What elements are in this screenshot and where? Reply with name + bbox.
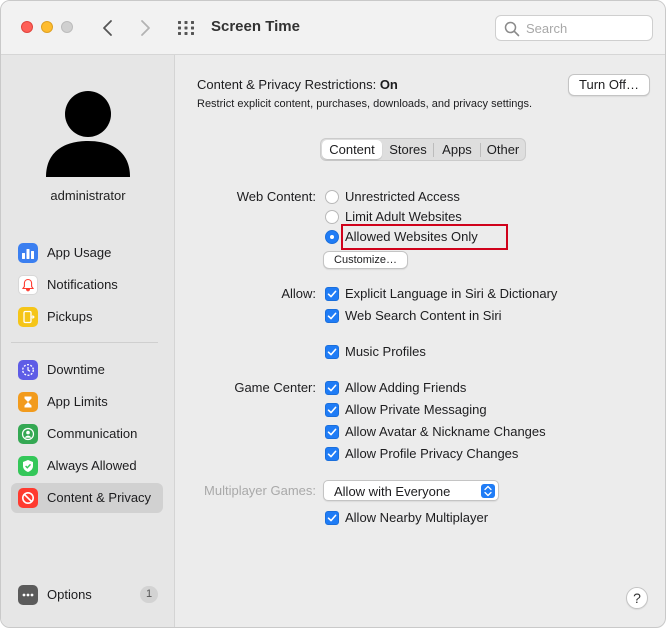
restrictions-title: Content & Privacy Restrictions:	[197, 77, 377, 92]
tab-other[interactable]: Other	[481, 140, 525, 159]
sidebar-item-label: App Limits	[47, 394, 108, 409]
allow-adding-friends-label: Allow Adding Friends	[345, 380, 467, 395]
content-privacy-panel: Content & Privacy Restrictions: On Restr…	[176, 55, 665, 627]
multiplayer-games-select[interactable]: Allow with Everyone	[323, 480, 499, 501]
checkmark-icon	[327, 384, 337, 392]
user-silhouette-icon	[46, 91, 130, 177]
app-usage-icon	[18, 243, 38, 263]
highlight-annotation-box	[341, 224, 508, 250]
chevron-right-icon	[141, 20, 150, 36]
music-profiles-label: Music Profiles	[345, 344, 426, 359]
radio-allowed-websites-only[interactable]	[325, 230, 339, 244]
app-limits-hourglass-icon	[18, 392, 38, 412]
username-label: administrator	[50, 188, 126, 203]
content-privacy-icon	[18, 488, 38, 508]
chevron-left-icon	[103, 20, 112, 36]
sidebar-item-label: Downtime	[47, 362, 105, 377]
sidebar-item-app-limits[interactable]: App Limits	[11, 387, 163, 417]
search-field[interactable]	[495, 15, 653, 41]
checkbox-explicit-language[interactable]	[325, 287, 339, 301]
sidebar-item-label: App Usage	[47, 245, 112, 260]
sidebar-item-label: Notifications	[47, 277, 118, 292]
checkmark-icon	[327, 312, 337, 320]
sidebar-divider	[11, 342, 158, 343]
title-bar: Screen Time	[1, 1, 665, 55]
downtime-icon	[18, 360, 38, 380]
search-icon	[504, 21, 520, 37]
sidebar-item-always-allowed[interactable]: Always Allowed	[11, 451, 163, 481]
customize-button[interactable]: Customize…	[323, 251, 408, 269]
checkmark-icon	[327, 450, 337, 458]
sidebar-item-label: Pickups	[47, 309, 93, 324]
forward-button[interactable]	[135, 17, 155, 39]
unrestricted-access-label: Unrestricted Access	[345, 189, 460, 204]
avatar	[43, 89, 133, 182]
allow-label: Allow:	[281, 286, 316, 301]
allow-nearby-multiplayer-label: Allow Nearby Multiplayer	[345, 510, 489, 525]
tab-apps[interactable]: Apps	[434, 140, 480, 159]
checkmark-icon	[327, 406, 337, 414]
screen-time-window: Screen Time administrator App Usage	[0, 0, 666, 628]
checkbox-allow-avatar-nickname[interactable]	[325, 425, 339, 439]
radio-limit-adult-websites[interactable]	[325, 210, 339, 224]
limit-adult-websites-label: Limit Adult Websites	[345, 209, 462, 224]
checkmark-icon	[327, 514, 337, 522]
web-search-content-label: Web Search Content in Siri	[345, 308, 502, 323]
checkbox-music-profiles[interactable]	[325, 345, 339, 359]
checkbox-allow-private-messaging[interactable]	[325, 403, 339, 417]
communication-icon	[18, 424, 38, 444]
checkmark-icon	[327, 290, 337, 298]
sidebar-item-label: Content & Privacy	[47, 490, 152, 505]
restrictions-status: Content & Privacy Restrictions: On	[197, 77, 398, 92]
checkmark-icon	[327, 428, 337, 436]
tab-stores[interactable]: Stores	[383, 140, 433, 159]
options-more-icon	[18, 585, 38, 605]
allow-avatar-nickname-label: Allow Avatar & Nickname Changes	[345, 424, 546, 439]
explicit-language-label: Explicit Language in Siri & Dictionary	[345, 286, 558, 301]
sidebar: administrator App Usage Notifications Pi…	[1, 55, 175, 627]
show-all-preferences-button[interactable]	[177, 19, 195, 37]
tab-bar: Content Stores Apps Other	[320, 138, 526, 161]
restrictions-status-value: On	[379, 77, 398, 92]
allow-private-messaging-label: Allow Private Messaging	[345, 402, 487, 417]
sidebar-item-downtime[interactable]: Downtime	[11, 355, 163, 385]
sidebar-item-options[interactable]: Options 1	[11, 580, 163, 610]
multiplayer-games-label: Multiplayer Games:	[204, 483, 316, 498]
tab-content[interactable]: Content	[322, 140, 382, 159]
up-down-chevron-icon	[481, 484, 495, 498]
turn-off-button[interactable]: Turn Off…	[568, 74, 650, 96]
sidebar-item-label: Communication	[47, 426, 138, 441]
game-center-label: Game Center:	[234, 380, 316, 395]
sidebar-item-notifications[interactable]: Notifications	[11, 270, 163, 300]
minimize-window-button[interactable]	[41, 21, 53, 33]
options-badge: 1	[140, 586, 158, 603]
checkmark-icon	[327, 348, 337, 356]
allow-profile-privacy-label: Allow Profile Privacy Changes	[345, 446, 519, 461]
close-window-button[interactable]	[21, 21, 33, 33]
window-title: Screen Time	[211, 18, 300, 35]
sidebar-item-communication[interactable]: Communication	[11, 419, 163, 449]
sidebar-item-label: Always Allowed	[47, 458, 137, 473]
radio-unrestricted-access[interactable]	[325, 190, 339, 204]
checkbox-allow-nearby-multiplayer[interactable]	[325, 511, 339, 525]
back-button[interactable]	[98, 17, 118, 39]
grid-icon	[178, 21, 194, 35]
pickups-icon	[18, 307, 38, 327]
zoom-window-button[interactable]	[61, 21, 73, 33]
multiplayer-selected-value: Allow with Everyone	[334, 484, 451, 499]
always-allowed-check-icon	[18, 456, 38, 476]
checkbox-web-search-content[interactable]	[325, 309, 339, 323]
checkbox-allow-profile-privacy[interactable]	[325, 447, 339, 461]
sidebar-item-content-privacy[interactable]: Content & Privacy	[11, 483, 163, 513]
search-input[interactable]	[526, 20, 646, 37]
checkbox-allow-adding-friends[interactable]	[325, 381, 339, 395]
web-content-label: Web Content:	[236, 189, 316, 204]
restrictions-description: Restrict explicit content, purchases, do…	[197, 98, 533, 110]
help-button[interactable]: ?	[626, 587, 648, 609]
sidebar-item-pickups[interactable]: Pickups	[11, 302, 163, 332]
sidebar-item-label: Options	[47, 587, 92, 602]
notifications-bell-icon	[18, 275, 38, 295]
sidebar-item-app-usage[interactable]: App Usage	[11, 238, 163, 268]
